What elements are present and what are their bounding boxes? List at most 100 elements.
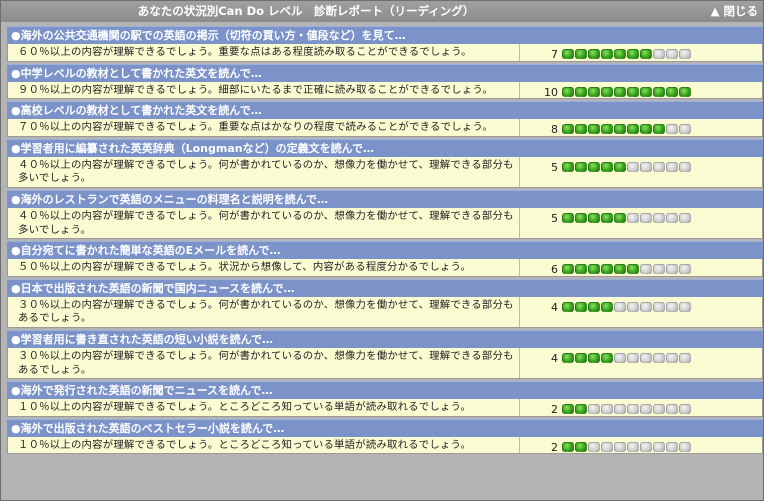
score-value: 2 [551, 403, 558, 417]
situation-heading: ●日本で出版された英語の新聞で国内ニュースを読んで… [7, 278, 763, 297]
situation-description: ４０％以上の内容が理解できるでしょう。何が書かれているのか、想像力を働かせて、理… [8, 156, 520, 187]
score-cell: 7 [520, 44, 762, 61]
score-dot-empty [627, 301, 639, 312]
score-meter [562, 86, 692, 97]
score-dot-empty [627, 441, 639, 452]
situation-heading: ●海外のレストランで英語のメニューの料理名と説明を読んで… [7, 189, 763, 208]
situation-body: ９０％以上の内容が理解できるでしょう。細部にいたるまで正確に読み取ることができる… [7, 81, 763, 100]
score-dot-empty [653, 161, 665, 172]
score-dot-filled [562, 264, 574, 275]
score-dot-filled [562, 161, 574, 172]
score-dot-filled [575, 49, 587, 59]
situation-body: ４０％以上の内容が理解できるでしょう。何が書かれているのか、想像力を働かせて、理… [7, 207, 763, 240]
score-dot-empty [679, 49, 691, 59]
score-dot-filled [575, 301, 587, 312]
score-dot-filled [601, 124, 613, 135]
score-dot-filled [614, 86, 626, 97]
score-dot-empty [666, 301, 678, 312]
score-dot-filled [601, 212, 613, 223]
score-dot-empty [679, 124, 691, 135]
score-dot-filled [575, 161, 587, 172]
situation-body: １０％以上の内容が理解できるでしょう。ところどころ知っている単語が読み取れるでし… [7, 436, 763, 455]
close-button[interactable]: ▲ 閉じる [711, 1, 758, 22]
score-dot-empty [640, 161, 652, 172]
score-cell: 4 [520, 297, 762, 327]
score-dot-empty [679, 264, 691, 275]
score-dot-filled [575, 264, 587, 275]
score-dot-filled [588, 124, 600, 135]
score-value: 2 [551, 440, 558, 454]
score-dot-empty [627, 404, 639, 415]
score-dot-filled [640, 49, 652, 59]
score-dot-filled [575, 404, 587, 415]
score-cell: 5 [520, 208, 762, 238]
score-dot-filled [562, 301, 574, 312]
situation-heading: ●海外の公共交通機関の駅での英語の掲示（切符の買い方・値段など）を見て… [7, 26, 763, 44]
score-dot-empty [601, 404, 613, 415]
score-dot-filled [627, 124, 639, 135]
score-dot-filled [627, 264, 639, 275]
situation-body: ６０％以上の内容が理解できるでしょう。重要な点はある程度読み取ることができるでし… [7, 44, 763, 62]
score-dot-empty [653, 212, 665, 223]
score-dot-filled [562, 441, 574, 452]
score-value: 8 [551, 123, 558, 137]
score-dot-empty [666, 404, 678, 415]
score-dot-filled [614, 161, 626, 172]
score-dot-empty [653, 301, 665, 312]
score-meter [562, 49, 692, 59]
score-dot-filled [562, 404, 574, 415]
score-dot-filled [575, 212, 587, 223]
score-meter [562, 352, 692, 363]
score-dot-filled [562, 352, 574, 363]
score-dot-filled [588, 352, 600, 363]
score-dot-filled [653, 86, 665, 97]
score-dot-filled [575, 441, 587, 452]
score-dot-empty [666, 352, 678, 363]
report-window: あなたの状況別Can Do レベル 診断レポート（リーディング） ▲ 閉じる ●… [0, 0, 764, 501]
score-cell: 6 [520, 259, 762, 276]
score-dot-filled [627, 49, 639, 59]
situation-heading: ●高校レベルの教材として書かれた英文を読んで… [7, 101, 763, 120]
score-dot-empty [679, 161, 691, 172]
score-cell: 4 [520, 348, 762, 378]
score-value: 4 [551, 351, 558, 365]
situation-description: ４０％以上の内容が理解できるでしょう。何が書かれているのか、想像力を働かせて、理… [8, 207, 520, 239]
score-dot-filled [588, 86, 600, 97]
situation-description: ３０％以上の内容が理解できるでしょう。何が書かれているのか、想像力を働かせて、理… [8, 347, 520, 379]
can-do-item: ●中学レベルの教材として書かれた英文を読んで… ９０％以上の内容が理解できるでし… [7, 63, 763, 100]
can-do-item: ●海外の公共交通機関の駅での英語の掲示（切符の買い方・値段など）を見て… ６０％… [7, 26, 763, 62]
score-meter [562, 301, 692, 312]
score-dot-filled [601, 86, 613, 97]
score-dot-filled [614, 212, 626, 223]
situation-description: ９０％以上の内容が理解できるでしょう。細部にいたるまで正確に読み取ることができる… [8, 81, 520, 99]
situation-heading: ●自分宛てに書かれた簡単な英語のEメールを読んで… [7, 241, 763, 260]
score-value: 6 [551, 263, 558, 277]
score-value: 5 [551, 211, 558, 225]
score-dot-empty [666, 441, 678, 452]
can-do-item: ●海外で発行された英語の新聞でニュースを読んで… １０％以上の内容が理解できるで… [7, 381, 763, 417]
score-dot-filled [588, 264, 600, 275]
situation-description: １０％以上の内容が理解できるでしょう。ところどころ知っている単語が読み取れるでし… [8, 436, 520, 454]
score-dot-empty [679, 404, 691, 415]
situation-heading: ●中学レベルの教材として書かれた英文を読んで… [7, 63, 763, 82]
can-do-item: ●日本で出版された英語の新聞で国内ニュースを読んで… ３０％以上の内容が理解でき… [7, 278, 763, 328]
score-dot-filled [562, 86, 574, 97]
score-dot-empty [653, 404, 665, 415]
score-dot-filled [614, 49, 626, 59]
situation-body: ３０％以上の内容が理解できるでしょう。何が書かれているのか、想像力を働かせて、理… [7, 296, 763, 328]
score-dot-filled [601, 301, 613, 312]
situation-body: １０％以上の内容が理解できるでしょう。ところどころ知っている単語が読み取れるでし… [7, 399, 763, 417]
situation-description: ５０％以上の内容が理解できるでしょう。状況から想像して、内容がある程度分かるでし… [8, 259, 520, 276]
score-dot-empty [627, 212, 639, 223]
title-bar: あなたの状況別Can Do レベル 診断レポート（リーディング） ▲ 閉じる [1, 1, 763, 22]
report-title: あなたの状況別Can Do レベル 診断レポート（リーディング） [137, 4, 475, 18]
situation-heading: ●海外で発行された英語の新聞でニュースを読んで… [7, 381, 763, 400]
score-dot-empty [640, 352, 652, 363]
score-dot-empty [627, 161, 639, 172]
can-do-item: ●学習者用に編纂された英英辞典（Longmanなど）の定義文を読んで… ４０％以… [7, 138, 763, 188]
score-meter [562, 124, 692, 135]
can-do-item: ●海外で出版された英語のベストセラー小説を読んで… １０％以上の内容が理解できる… [7, 418, 763, 455]
score-cell: 5 [520, 157, 762, 187]
score-dot-filled [666, 86, 678, 97]
score-dot-empty [614, 404, 626, 415]
